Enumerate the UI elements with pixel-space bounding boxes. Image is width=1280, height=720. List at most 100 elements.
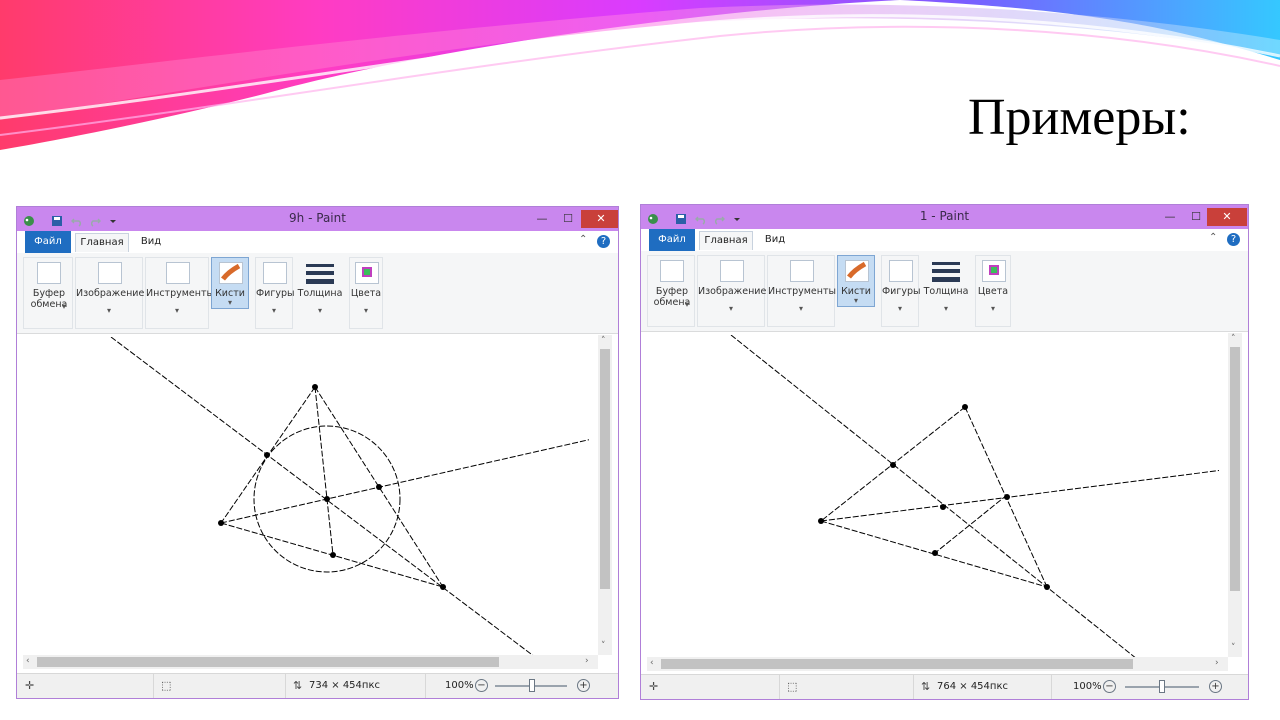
scroll-right-icon[interactable]: › bbox=[585, 656, 589, 666]
zoom-in-button[interactable]: + bbox=[577, 679, 590, 692]
tab-view[interactable]: Вид bbox=[757, 231, 793, 249]
zoom-level: 100% bbox=[1073, 681, 1102, 692]
help-icon[interactable]: ? bbox=[1227, 233, 1240, 246]
brush-icon bbox=[219, 262, 243, 284]
select-icon bbox=[98, 262, 122, 284]
scroll-down-icon[interactable]: ˅ bbox=[1231, 643, 1236, 653]
geometry-drawing bbox=[730, 334, 1232, 660]
canvas-size-icon: ⇅ bbox=[921, 680, 931, 693]
close-button[interactable]: ✕ bbox=[1207, 208, 1247, 226]
group-shapes[interactable]: Фигуры ▾ bbox=[255, 257, 295, 329]
dropdown-arrow-icon: ▾ bbox=[61, 302, 66, 311]
tab-file[interactable]: Файл bbox=[649, 229, 695, 251]
group-label: Изображение bbox=[76, 288, 145, 299]
status-bar: ✛ ⬚ ⇅ 764 × 454пкс 100% − + bbox=[641, 674, 1248, 699]
minimize-button[interactable]: — bbox=[529, 210, 555, 228]
group-shapes[interactable]: Фигуры ▾ bbox=[881, 255, 921, 327]
colors-icon bbox=[982, 260, 1006, 282]
dropdown-arrow-icon: ▾ bbox=[106, 306, 111, 315]
vertical-scrollbar[interactable]: ˄ ˅ bbox=[598, 335, 612, 655]
cursor-position-icon: ✛ bbox=[649, 680, 659, 693]
scrollbar-thumb[interactable] bbox=[37, 657, 499, 667]
scroll-up-icon[interactable]: ˄ bbox=[601, 336, 606, 346]
zoom-slider-thumb[interactable] bbox=[529, 679, 535, 692]
scrollbar-thumb[interactable] bbox=[600, 349, 610, 589]
zoom-slider-thumb[interactable] bbox=[1159, 680, 1165, 693]
vertical-scrollbar[interactable]: ˄ ˅ bbox=[1228, 333, 1242, 657]
dropdown-arrow-icon: ▾ bbox=[897, 304, 902, 313]
geometry-drawing bbox=[110, 336, 602, 658]
group-label: Толщина bbox=[923, 286, 969, 297]
selection-size-icon: ⬚ bbox=[787, 680, 798, 693]
dropdown-arrow-icon: ▾ bbox=[943, 304, 948, 313]
group-clipboard[interactable]: Буфер обмена ▾ bbox=[23, 257, 73, 329]
scroll-left-icon[interactable]: ‹ bbox=[650, 658, 654, 668]
group-label: Инструменты bbox=[146, 288, 214, 299]
status-bar: ✛ ⬚ ⇅ 734 × 454пкс 100% − + bbox=[17, 673, 618, 698]
scroll-down-icon[interactable]: ˅ bbox=[601, 641, 606, 651]
group-brushes[interactable]: Кисти ▾ bbox=[211, 257, 249, 309]
selection-size-icon: ⬚ bbox=[161, 679, 172, 692]
group-image[interactable]: Изображение ▾ bbox=[75, 257, 145, 329]
group-label: Фигуры bbox=[882, 286, 921, 297]
tab-file[interactable]: Файл bbox=[25, 231, 71, 253]
thickness-icon bbox=[306, 264, 334, 288]
maximize-button[interactable]: ☐ bbox=[1183, 208, 1209, 226]
group-label: Цвета bbox=[350, 288, 382, 299]
tab-home[interactable]: Главная bbox=[699, 231, 753, 250]
scroll-up-icon[interactable]: ˄ bbox=[1231, 334, 1236, 344]
group-clipboard[interactable]: Буфер обмена ▾ bbox=[647, 255, 695, 327]
group-thickness[interactable]: Толщина ▾ bbox=[921, 255, 971, 327]
dropdown-arrow-icon: ▾ bbox=[684, 300, 689, 309]
dropdown-arrow-icon: ▾ bbox=[990, 304, 995, 313]
horizontal-scrollbar[interactable]: ‹ › bbox=[23, 655, 598, 669]
dropdown-arrow-icon: ▾ bbox=[798, 304, 803, 313]
dropdown-arrow-icon: ▾ bbox=[728, 304, 733, 313]
shapes-icon bbox=[263, 262, 287, 284]
canvas-size-icon: ⇅ bbox=[293, 679, 303, 692]
help-icon[interactable]: ? bbox=[597, 235, 610, 248]
title-bar: 1 - Paint — ☐ ✕ bbox=[641, 205, 1248, 229]
tab-home[interactable]: Главная bbox=[75, 233, 129, 252]
ribbon: Буфер обмена ▾ Изображение ▾ Инструменты… bbox=[17, 253, 618, 334]
zoom-in-button[interactable]: + bbox=[1209, 680, 1222, 693]
drawing-canvas[interactable] bbox=[647, 334, 1232, 660]
tab-view[interactable]: Вид bbox=[133, 233, 169, 251]
thickness-icon bbox=[932, 262, 960, 286]
collapse-ribbon-icon[interactable]: ⌃ bbox=[579, 234, 587, 245]
group-label: Фигуры bbox=[256, 288, 295, 299]
zoom-out-button[interactable]: − bbox=[475, 679, 488, 692]
clipboard-icon bbox=[37, 262, 61, 284]
close-button[interactable]: ✕ bbox=[581, 210, 618, 228]
horizontal-scrollbar[interactable]: ‹ › bbox=[647, 657, 1228, 671]
select-icon bbox=[720, 260, 744, 282]
maximize-button[interactable]: ☐ bbox=[555, 210, 581, 228]
group-label: Цвета bbox=[977, 286, 1009, 297]
scroll-left-icon[interactable]: ‹ bbox=[26, 656, 30, 666]
paint-window-2: 1 - Paint — ☐ ✕ Файл Главная Вид ⌃ ? Буф… bbox=[640, 204, 1249, 700]
slide-title: Примеры: bbox=[968, 89, 1191, 146]
group-brushes[interactable]: Кисти ▾ bbox=[837, 255, 875, 307]
group-image[interactable]: Изображение ▾ bbox=[697, 255, 766, 327]
clipboard-icon bbox=[660, 260, 684, 282]
group-colors[interactable]: Цвета ▾ bbox=[975, 255, 1011, 327]
group-tools[interactable]: Инструменты ▾ bbox=[767, 255, 836, 327]
canvas-size: 764 × 454пкс bbox=[937, 681, 1008, 692]
scrollbar-thumb[interactable] bbox=[661, 659, 1133, 669]
zoom-out-button[interactable]: − bbox=[1103, 680, 1116, 693]
scroll-right-icon[interactable]: › bbox=[1215, 658, 1219, 668]
tools-icon bbox=[166, 262, 190, 284]
zoom-level: 100% bbox=[445, 680, 474, 691]
group-thickness[interactable]: Толщина ▾ bbox=[295, 257, 345, 329]
canvas-size: 734 × 454пкс bbox=[309, 680, 380, 691]
collapse-ribbon-icon[interactable]: ⌃ bbox=[1209, 232, 1217, 243]
group-tools[interactable]: Инструменты ▾ bbox=[145, 257, 214, 329]
dropdown-arrow-icon: ▾ bbox=[317, 306, 322, 315]
ribbon: Буфер обмена ▾ Изображение ▾ Инструменты… bbox=[641, 251, 1248, 332]
drawing-canvas[interactable] bbox=[23, 336, 602, 658]
minimize-button[interactable]: — bbox=[1157, 208, 1183, 226]
group-label: Толщина bbox=[297, 288, 343, 299]
group-colors[interactable]: Цвета ▾ bbox=[349, 257, 383, 329]
window-title: 9h - Paint bbox=[289, 211, 346, 225]
scrollbar-thumb[interactable] bbox=[1230, 347, 1240, 591]
